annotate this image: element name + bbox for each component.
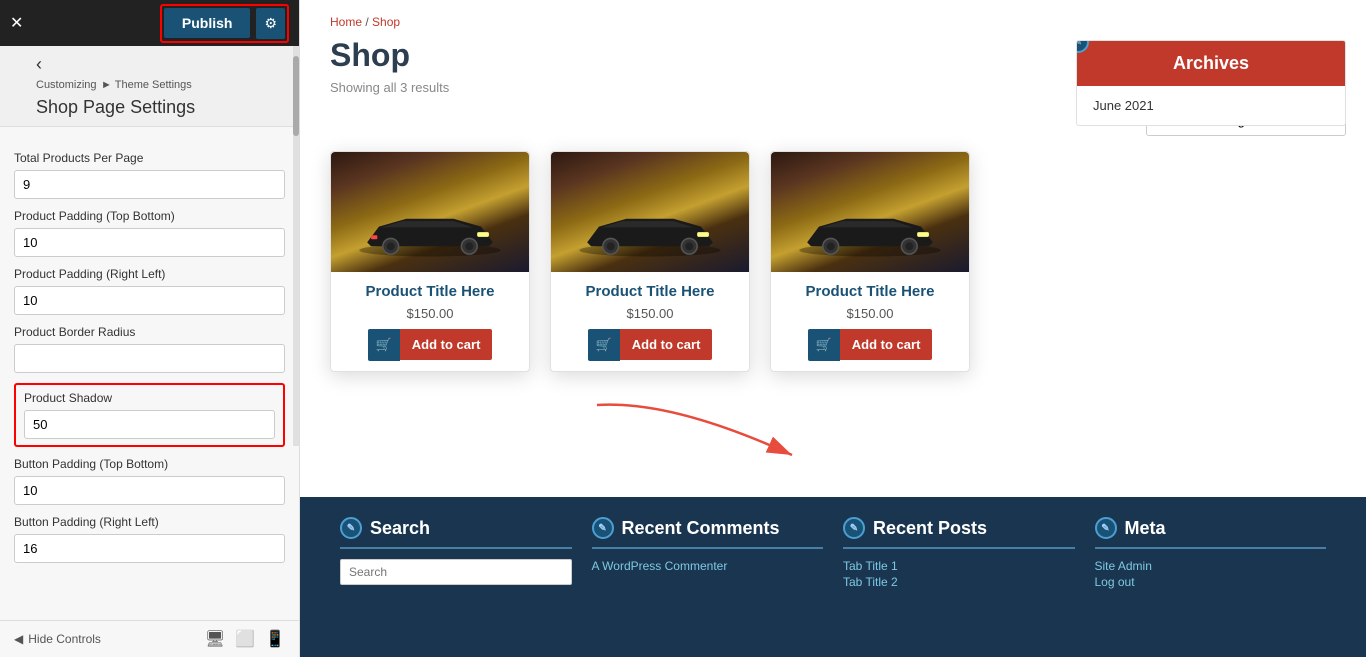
footer-area: ✎ Search ✎ Recent Comments A WordPress C… <box>300 497 1366 657</box>
label-product-shadow: Product Shadow <box>24 391 275 405</box>
hide-icon: ◀ <box>14 632 23 646</box>
footer-meta-edit-icon[interactable]: ✎ <box>1095 517 1117 539</box>
breadcrumb-area: ‹ Customizing ► Theme Settings Shop Page… <box>0 46 299 127</box>
panel-footer: ◀ Hide Controls 🖥 ⬜ 📱 <box>0 620 299 657</box>
label-padding-right-left: Product Padding (Right Left) <box>14 267 285 281</box>
close-button[interactable]: ✕ <box>10 13 23 33</box>
footer-comments-title: ✎ Recent Comments <box>592 517 824 539</box>
footer-meta-item-1[interactable]: Site Admin <box>1095 559 1327 573</box>
product-title-3: Product Title Here <box>779 282 961 302</box>
label-border-radius: Product Border Radius <box>14 325 285 339</box>
panel-title: Shop Page Settings <box>36 97 289 118</box>
input-btn-padding-top-bottom[interactable] <box>14 476 285 505</box>
cart-btn-container-1: 🛒 Add to cart <box>331 329 529 361</box>
label-padding-top-bottom: Product Padding (Top Bottom) <box>14 209 285 223</box>
product-image-1 <box>331 152 529 272</box>
footer-comments-col: ✎ Recent Comments A WordPress Commenter <box>582 517 834 637</box>
label-btn-padding-right-left: Button Padding (Right Left) <box>14 515 285 529</box>
input-padding-right-left[interactable] <box>14 286 285 315</box>
label-total-products: Total Products Per Page <box>14 151 285 165</box>
hide-controls-button[interactable]: ◀ Hide Controls <box>14 632 101 646</box>
scrollbar[interactable] <box>293 46 299 446</box>
product-price-3: $150.00 <box>771 306 969 321</box>
footer-meta-title: ✎ Meta <box>1095 517 1327 539</box>
footer-meta-divider <box>1095 547 1327 549</box>
product-card-1: Product Title Here $150.00 🛒 Add to cart <box>330 151 530 372</box>
product-price-2: $150.00 <box>551 306 749 321</box>
cart-icon-1: 🛒 <box>368 329 400 361</box>
footer-meta-col: ✎ Meta Site Admin Log out <box>1085 517 1337 637</box>
archives-title: Archives <box>1077 41 1345 86</box>
footer-post-item-2[interactable]: Tab Title 2 <box>843 575 1075 589</box>
publish-area: Publish ⚙ <box>160 4 289 43</box>
input-total-products[interactable] <box>14 170 285 199</box>
tablet-icon[interactable]: ⬜ <box>235 629 255 649</box>
panel-fields: Total Products Per Page Product Padding … <box>0 127 299 620</box>
input-product-shadow[interactable] <box>24 410 275 439</box>
footer-comments-edit-icon[interactable]: ✎ <box>592 517 614 539</box>
archives-widget: ✎ Archives June 2021 <box>1076 40 1346 126</box>
input-border-radius[interactable] <box>14 344 285 373</box>
cart-btn-container-3: 🛒 Add to cart <box>771 329 969 361</box>
top-bar: ✕ Publish ⚙ <box>0 0 299 46</box>
archives-content: June 2021 <box>1077 86 1345 125</box>
footer-search-edit-icon[interactable]: ✎ <box>340 517 362 539</box>
input-padding-top-bottom[interactable] <box>14 228 285 257</box>
product-image-3 <box>771 152 969 272</box>
product-title-1: Product Title Here <box>339 282 521 302</box>
footer-comments-divider <box>592 547 824 549</box>
add-to-cart-3[interactable]: Add to cart <box>840 329 933 360</box>
car-svg-2 <box>561 207 739 262</box>
breadcrumb-child: Theme Settings <box>115 79 192 91</box>
input-btn-padding-right-left[interactable] <box>14 534 285 563</box>
archives-month: June 2021 <box>1093 98 1329 113</box>
cart-icon-2: 🛒 <box>588 329 620 361</box>
footer-posts-col: ✎ Recent Posts Tab Title 1 Tab Title 2 <box>833 517 1085 637</box>
main-preview-area: Home / Shop Shop Showing all 3 results D… <box>300 0 1366 657</box>
product-card-2: Product Title Here $150.00 🛒 Add to cart <box>550 151 750 372</box>
publish-button[interactable]: Publish <box>164 8 251 38</box>
mobile-icon[interactable]: 📱 <box>265 629 285 649</box>
footer-meta-item-2[interactable]: Log out <box>1095 575 1327 589</box>
cart-btn-container-2: 🛒 Add to cart <box>551 329 749 361</box>
left-customizer-panel: ✕ Publish ⚙ ‹ Customizing ► Theme Settin… <box>0 0 300 657</box>
footer-commenter[interactable]: A WordPress Commenter <box>592 559 824 573</box>
car-svg-3 <box>781 207 959 262</box>
car-svg-1 <box>341 207 519 262</box>
product-shadow-section: Product Shadow <box>14 383 285 447</box>
breadcrumb-shop-link[interactable]: Shop <box>372 15 400 29</box>
footer-posts-edit-icon[interactable]: ✎ <box>843 517 865 539</box>
arrow-annotation <box>592 395 822 480</box>
footer-search-col: ✎ Search <box>330 517 582 637</box>
desktop-icon[interactable]: 🖥 <box>205 629 225 649</box>
breadcrumb-parent: Customizing <box>36 79 97 91</box>
product-card-3: Product Title Here $150.00 🛒 Add to cart <box>770 151 970 372</box>
footer-search-input[interactable] <box>340 559 572 585</box>
product-price-1: $150.00 <box>331 306 529 321</box>
footer-search-title: ✎ Search <box>340 517 572 539</box>
products-grid: Product Title Here $150.00 🛒 Add to cart <box>300 151 1366 372</box>
shop-breadcrumb: Home / Shop <box>330 15 1336 29</box>
footer-post-item-1[interactable]: Tab Title 1 <box>843 559 1075 573</box>
device-icons: 🖥 ⬜ 📱 <box>205 629 285 649</box>
label-btn-padding-top-bottom: Button Padding (Top Bottom) <box>14 457 285 471</box>
footer-posts-title: ✎ Recent Posts <box>843 517 1075 539</box>
hide-controls-label: Hide Controls <box>28 632 101 646</box>
product-title-2: Product Title Here <box>559 282 741 302</box>
breadcrumb-sep: ► <box>101 79 115 91</box>
footer-posts-divider <box>843 547 1075 549</box>
product-image-2 <box>551 152 749 272</box>
add-to-cart-1[interactable]: Add to cart <box>400 329 493 360</box>
cart-icon-3: 🛒 <box>808 329 840 361</box>
breadcrumb-home-link[interactable]: Home <box>330 15 362 29</box>
back-arrow[interactable]: ‹ <box>36 54 289 75</box>
add-to-cart-2[interactable]: Add to cart <box>620 329 713 360</box>
footer-search-divider <box>340 547 572 549</box>
gear-button[interactable]: ⚙ <box>256 8 285 39</box>
